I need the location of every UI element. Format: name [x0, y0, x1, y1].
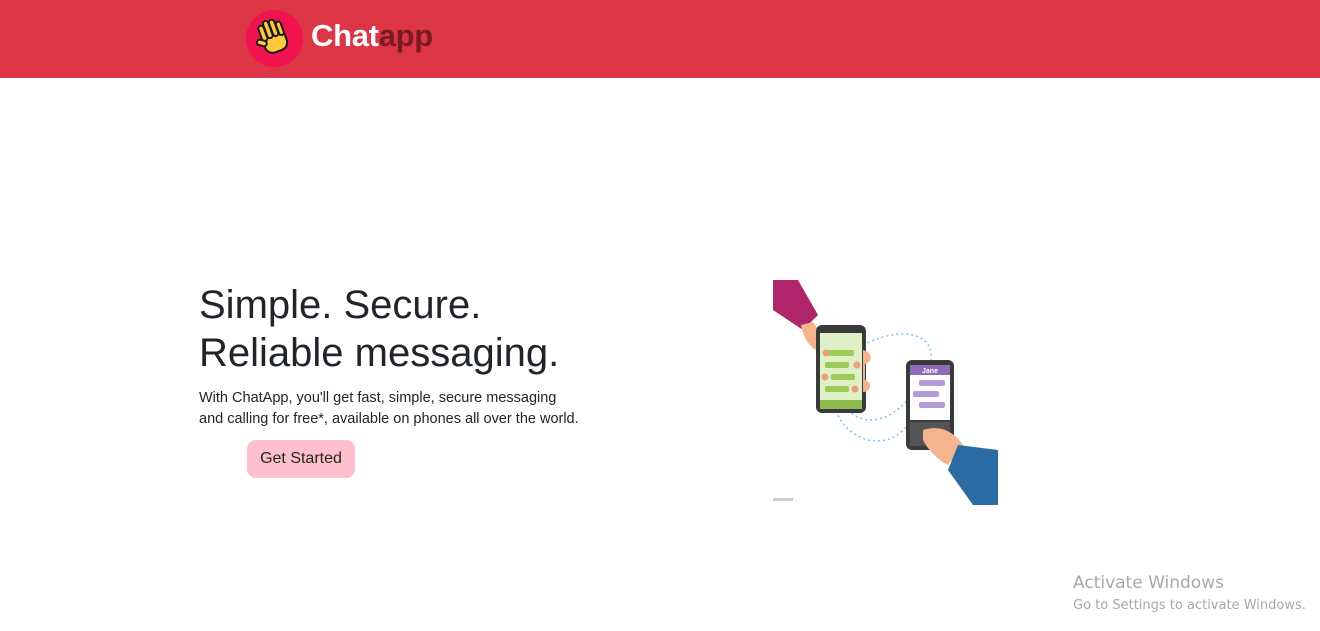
brand-name-primary: Chat — [311, 18, 379, 53]
brand-name-secondary: app — [378, 18, 434, 53]
activate-windows-watermark: Activate Windows Go to Settings to activ… — [1073, 572, 1306, 618]
navbar: Chatapp — [0, 0, 1320, 78]
smartphone-icon — [816, 325, 866, 413]
logo-waving-hand-icon[interactable] — [246, 10, 303, 67]
watermark-title: Activate Windows — [1073, 573, 1224, 593]
brand-name[interactable]: Chatapp — [311, 17, 433, 55]
hero-description-line: and calling for free*, available on phon… — [199, 411, 579, 427]
chat-bubble-icon — [913, 391, 939, 397]
hero-title-line: Simple. Secure. — [199, 283, 482, 327]
hero-title: Simple. Secure. Reliable messaging. — [199, 281, 559, 377]
messaging-illustration: iStock iStock — [773, 280, 998, 505]
hero-description-line: With ChatApp, you'll get fast, simple, s… — [199, 390, 557, 406]
chat-contact-name: Jane — [922, 368, 938, 375]
get-started-button[interactable]: Get Started — [247, 440, 355, 478]
chat-bubble-icon — [919, 380, 945, 386]
watermark-subtitle: Go to Settings to activate Windows. — [1073, 598, 1306, 613]
sleeve-shape — [948, 445, 998, 505]
hero-description: With ChatApp, you'll get fast, simple, s… — [199, 388, 579, 430]
chat-bubble-icon — [919, 402, 945, 408]
hero-title-line: Reliable messaging. — [199, 331, 560, 375]
